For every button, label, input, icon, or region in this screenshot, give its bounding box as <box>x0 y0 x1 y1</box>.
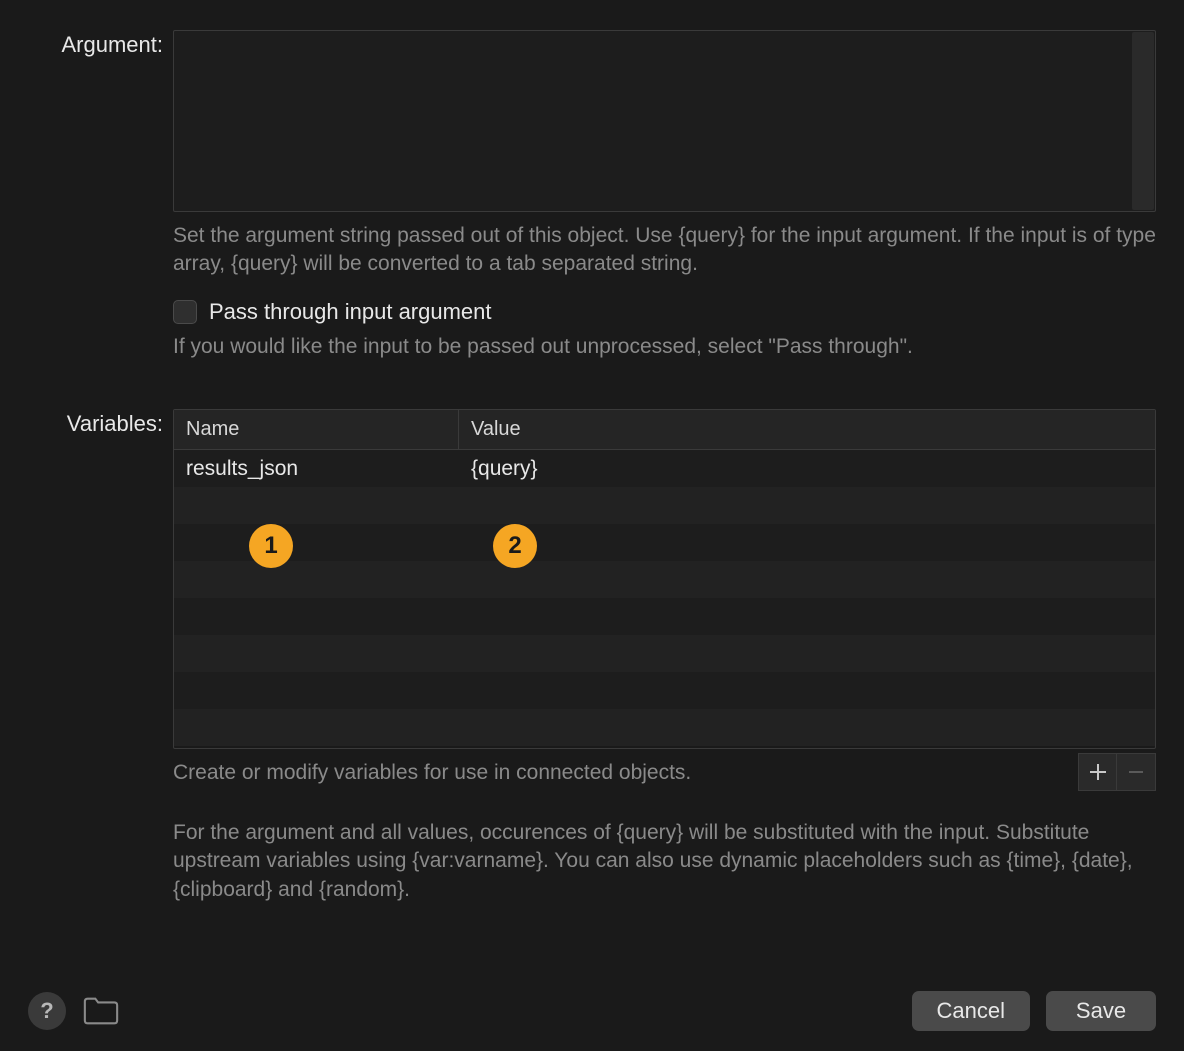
plus-icon <box>1089 763 1107 781</box>
table-row[interactable] <box>174 598 1155 635</box>
variables-label: Variables: <box>28 409 173 437</box>
annotation-badge-1: 1 <box>249 524 293 568</box>
help-button[interactable]: ? <box>28 992 66 1030</box>
variables-section: Variables: Name Value results_json {quer… <box>28 409 1156 904</box>
table-header: Name Value <box>174 410 1155 450</box>
minus-icon <box>1127 763 1145 781</box>
dialog-footer: ? Cancel Save <box>28 973 1156 1031</box>
column-header-value[interactable]: Value <box>459 418 1155 441</box>
add-variable-button[interactable] <box>1079 754 1117 790</box>
table-row[interactable] <box>174 635 1155 672</box>
scrollbar[interactable] <box>1132 32 1154 210</box>
remove-variable-button[interactable] <box>1117 754 1155 790</box>
passthrough-help-text: If you would like the input to be passed… <box>173 333 1156 361</box>
table-row[interactable] <box>174 709 1155 746</box>
argument-input[interactable] <box>173 30 1156 212</box>
annotation-badge-2: 2 <box>493 524 537 568</box>
variable-name-cell[interactable]: results_json <box>174 457 459 481</box>
argument-label: Argument: <box>28 30 173 58</box>
table-body: results_json {query} <box>174 450 1155 748</box>
folder-button[interactable] <box>82 992 120 1030</box>
passthrough-checkbox[interactable] <box>173 300 197 324</box>
table-row[interactable] <box>174 561 1155 598</box>
variable-value-cell[interactable]: {query} <box>459 457 1155 481</box>
table-row[interactable] <box>174 672 1155 709</box>
variables-table: Name Value results_json {query} <box>173 409 1156 749</box>
cancel-button[interactable]: Cancel <box>912 991 1030 1031</box>
table-row[interactable]: results_json {query} <box>174 450 1155 487</box>
argument-help-text: Set the argument string passed out of th… <box>173 222 1156 279</box>
save-button[interactable]: Save <box>1046 991 1156 1031</box>
table-row[interactable] <box>174 487 1155 524</box>
argument-section: Argument: Set the argument string passed… <box>28 30 1156 361</box>
variables-help-text: Create or modify variables for use in co… <box>173 753 1070 787</box>
help-icon: ? <box>28 992 66 1030</box>
passthrough-label: Pass through input argument <box>209 299 492 325</box>
column-header-name[interactable]: Name <box>174 410 459 449</box>
substitute-help-text: For the argument and all values, occuren… <box>173 819 1156 904</box>
table-row[interactable] <box>174 524 1155 561</box>
folder-icon <box>82 994 120 1028</box>
dialog: Argument: Set the argument string passed… <box>0 0 1184 1051</box>
